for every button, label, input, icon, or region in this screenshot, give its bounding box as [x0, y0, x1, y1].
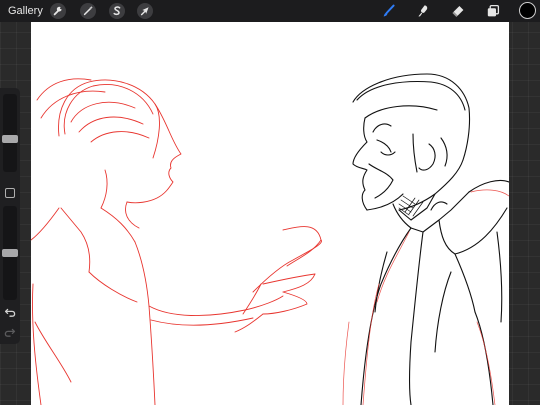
- transform-arrow-icon[interactable]: [137, 3, 153, 19]
- opacity-thumb[interactable]: [2, 249, 18, 257]
- top-toolbar: Gallery: [0, 0, 540, 22]
- brush-size-thumb[interactable]: [2, 135, 18, 143]
- wrench-icon[interactable]: [50, 3, 66, 19]
- undo-icon[interactable]: [4, 306, 16, 318]
- left-sidebar: [0, 88, 20, 344]
- red-underdrawing-right: [342, 189, 509, 405]
- color-picker-swatch[interactable]: [519, 2, 536, 19]
- red-sketch-figure-left: [31, 78, 322, 405]
- layers-icon[interactable]: [485, 3, 501, 19]
- ink-figure-right: [352, 73, 509, 405]
- gallery-button[interactable]: Gallery: [8, 4, 43, 18]
- brush-size-slider[interactable]: [3, 94, 17, 172]
- sketch-artwork: [31, 73, 509, 405]
- selection-icon[interactable]: [109, 3, 125, 19]
- square-modify-icon[interactable]: [5, 188, 15, 198]
- eraser-icon[interactable]: [450, 3, 466, 19]
- brush-icon[interactable]: [381, 3, 397, 19]
- drawing-canvas[interactable]: [31, 22, 509, 405]
- magic-wand-icon[interactable]: [80, 3, 96, 19]
- smudge-icon[interactable]: [415, 3, 431, 19]
- redo-icon[interactable]: [4, 326, 16, 338]
